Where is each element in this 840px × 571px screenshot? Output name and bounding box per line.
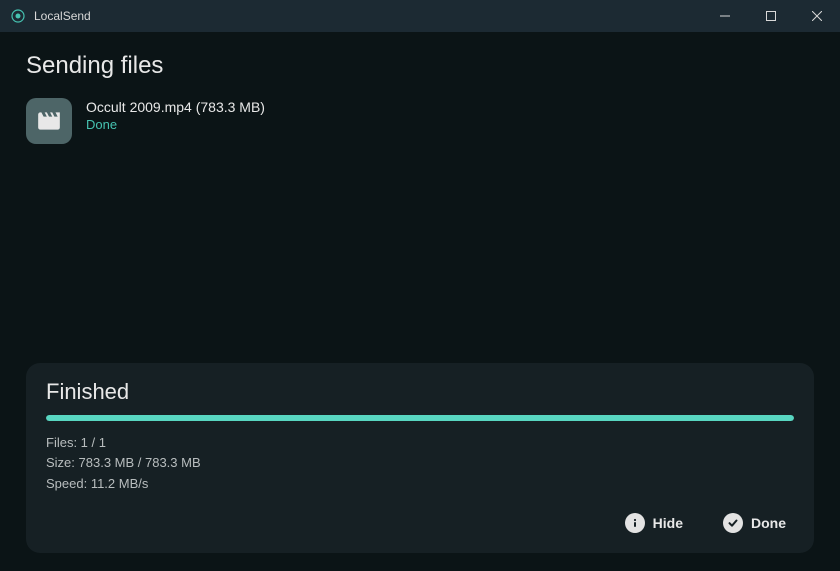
window-controls [702, 0, 840, 32]
file-row: Occult 2009.mp4 (783.3 MB) Done [26, 98, 814, 144]
minimize-button[interactable] [702, 0, 748, 32]
window-title: LocalSend [34, 9, 702, 23]
file-info: Occult 2009.mp4 (783.3 MB) Done [86, 98, 265, 132]
stat-files: Files: 1 / 1 [46, 433, 794, 454]
stat-speed: Speed: 11.2 MB/s [46, 474, 794, 495]
info-icon [625, 513, 645, 533]
main-content: Sending files Occult 2009.mp4 (783.3 MB)… [0, 32, 840, 571]
summary-panel: Finished Files: 1 / 1 Size: 783.3 MB / 7… [26, 363, 814, 553]
done-label: Done [751, 515, 786, 531]
app-icon [10, 8, 26, 24]
hide-button[interactable]: Hide [617, 507, 691, 539]
titlebar: LocalSend [0, 0, 840, 32]
stat-size: Size: 783.3 MB / 783.3 MB [46, 453, 794, 474]
page-title: Sending files [26, 52, 814, 80]
progress-fill [46, 415, 794, 421]
file-name: Occult 2009.mp4 (783.3 MB) [86, 99, 265, 115]
hide-label: Hide [653, 515, 683, 531]
check-icon [723, 513, 743, 533]
maximize-button[interactable] [748, 0, 794, 32]
progress-bar [46, 415, 794, 421]
close-button[interactable] [794, 0, 840, 32]
file-status: Done [86, 117, 265, 132]
summary-title: Finished [46, 379, 794, 405]
summary-actions: Hide Done [46, 507, 794, 539]
movie-icon [26, 98, 72, 144]
done-button[interactable]: Done [715, 507, 794, 539]
